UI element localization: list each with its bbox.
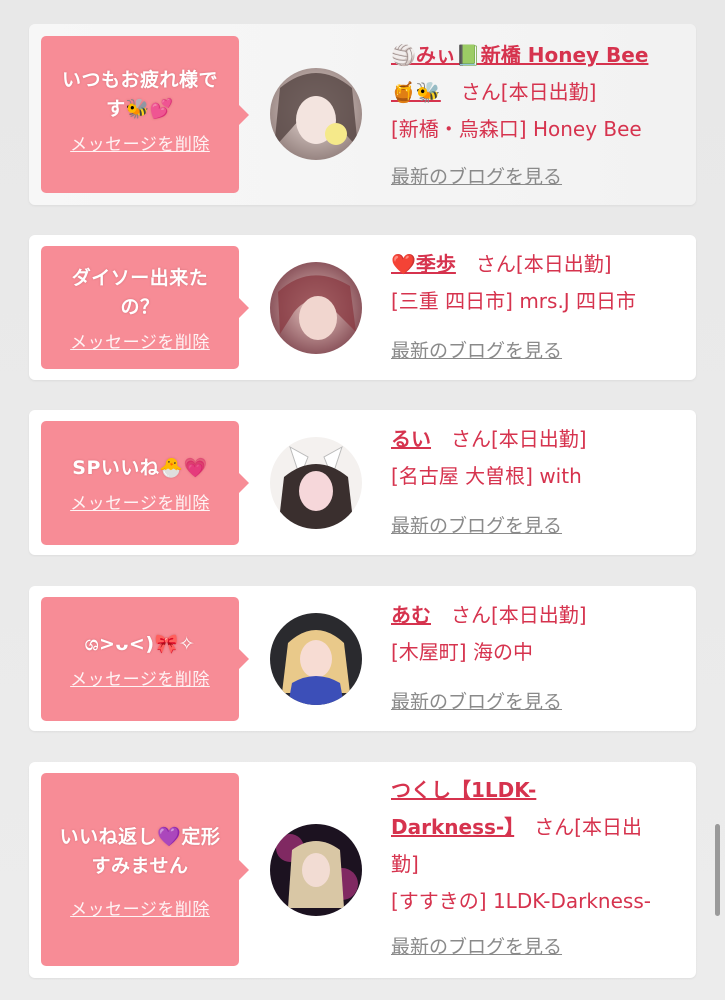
message-bubble: ダイソー出来た の？ メッセージを削除 [41,246,249,369]
message-card: ශ>ᴗ<)🎀✧ メッセージを削除 あむ さん[本日出勤] [木屋町] 海の中 最… [29,586,696,731]
message-text: すみません [91,855,189,877]
girl-info: あむ さん[本日出勤] [木屋町] 海の中 最新のブログを見る [391,597,686,721]
location-text: [名古屋 大曽根] with [391,464,582,488]
girl-info: るい さん[本日出勤] [名古屋 大曽根] with 最新のブログを見る [391,421,686,545]
girl-name-link[interactable]: るい [391,427,431,451]
message-bubble: いいね返し💜定形 すみません メッセージを削除 [41,773,249,966]
message-card: いいね返し💜定形 すみません メッセージを削除 つくし【1LDK- Darkne… [29,762,696,978]
delete-message-link[interactable]: メッセージを削除 [70,895,210,920]
message-text: ダイソー出来た [71,267,209,289]
message-card: SPいいね🐣💗 メッセージを削除 るい さん[本日出勤] [名古屋 大曽根] w… [29,410,696,555]
girl-name-link[interactable]: Darkness-】 [391,815,514,839]
message-text: SPいいね🐣💗 [72,457,208,479]
latest-blog-link[interactable]: 最新のブログを見る [391,166,562,188]
avatar[interactable] [270,262,362,354]
girl-name-link[interactable]: つくし【1LDK- [391,778,536,802]
message-text: いいね返し💜定形 [59,826,221,848]
san-status: さん[本日出勤] [451,427,587,451]
girl-name-link[interactable]: 🏐みぃ📗新橋 Honey Bee [391,43,648,67]
message-text: いつもお疲れ様で [61,69,218,91]
avatar[interactable] [270,68,362,160]
latest-blog-link[interactable]: 最新のブログを見る [391,340,562,362]
girl-name-link[interactable]: あむ [391,603,431,627]
delete-message-link[interactable]: メッセージを削除 [70,130,210,155]
avatar[interactable] [270,437,362,529]
san-status: さん[本日出勤] [451,603,587,627]
delete-message-link[interactable]: メッセージを削除 [70,665,210,690]
message-text: ශ>ᴗ<)🎀✧ [84,633,196,655]
san-status: さん[本日出勤] [475,252,612,276]
message-text: の？ [120,296,160,318]
san-status: 勤] [391,852,419,876]
latest-blog-link[interactable]: 最新のブログを見る [391,691,562,713]
location-text: [新橋・烏森口] Honey Bee [391,117,642,141]
girl-info: ❤️季歩 さん[本日出勤] [三重 四日市] mrs.J 四日市 最新のブログを… [391,246,686,370]
avatar[interactable] [270,824,362,916]
girl-name-suffix[interactable]: 🍯🐝 [391,80,441,104]
girl-name-link[interactable]: ❤️季歩 [391,252,456,276]
location-text: [三重 四日市] mrs.J 四日市 [391,289,637,313]
message-bubble: SPいいね🐣💗 メッセージを削除 [41,421,249,545]
message-card: いつもお疲れ様で す🐝💕 メッセージを削除 🏐みぃ📗新橋 Honey Bee 🍯… [29,24,696,205]
san-status: さん[本日出勤] [460,80,597,104]
avatar[interactable] [270,613,362,705]
location-text: [すすきの] 1LDK-Darkness- [391,889,651,913]
location-text: [木屋町] 海の中 [391,640,533,664]
message-card: ダイソー出来た の？ メッセージを削除 ❤️季歩 さん[本日出勤] [三重 四日… [29,235,696,380]
girl-info: つくし【1LDK- Darkness-】 さん[本日出 勤] [すすきの] 1L… [391,772,686,966]
san-status: さん[本日出 [534,815,642,839]
girl-info: 🏐みぃ📗新橋 Honey Bee 🍯🐝 さん[本日出勤] [新橋・烏森口] Ho… [391,37,686,196]
latest-blog-link[interactable]: 最新のブログを見る [391,515,562,537]
latest-blog-link[interactable]: 最新のブログを見る [391,936,562,958]
message-bubble: ශ>ᴗ<)🎀✧ メッセージを削除 [41,597,249,721]
message-text: す🐝💕 [106,98,174,120]
delete-message-link[interactable]: メッセージを削除 [70,489,210,514]
scrollbar[interactable] [715,824,720,916]
message-bubble: いつもお疲れ様で す🐝💕 メッセージを削除 [41,36,249,193]
delete-message-link[interactable]: メッセージを削除 [70,328,210,353]
